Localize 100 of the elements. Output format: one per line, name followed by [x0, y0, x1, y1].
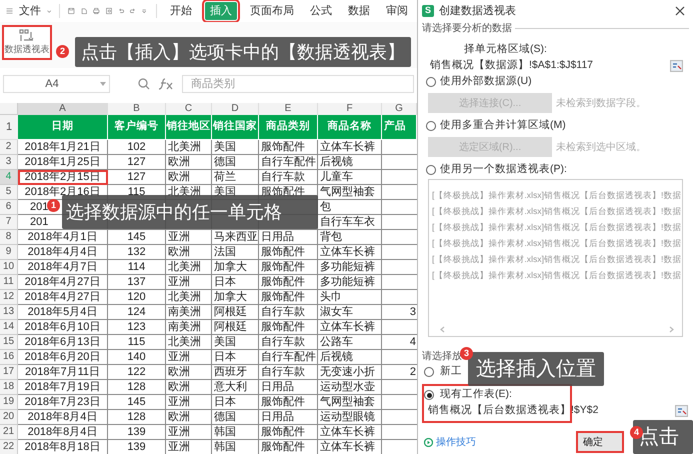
- table-cell: 124: [108, 305, 166, 320]
- option-label[interactable]: 新工: [440, 364, 462, 380]
- header-cell: 日期: [18, 115, 108, 140]
- table-cell: 服饰配件: [259, 290, 318, 305]
- table-cell: 淑女车: [318, 305, 382, 320]
- name-box[interactable]: A4: [3, 75, 110, 93]
- function-icon[interactable]: [158, 78, 174, 90]
- row-header[interactable]: 19: [0, 395, 18, 410]
- save-icon[interactable]: [68, 5, 75, 17]
- table-cell: 139: [108, 425, 166, 440]
- file-menu[interactable]: 文件: [19, 2, 42, 20]
- zoom-icon[interactable]: [138, 78, 150, 90]
- help-link[interactable]: 操作技巧: [424, 434, 476, 450]
- dropdown-icon[interactable]: [142, 8, 146, 14]
- pivot-table-button[interactable]: 数据透视表: [2, 25, 52, 60]
- row-header[interactable]: 7: [0, 215, 18, 230]
- row-header[interactable]: 21: [0, 425, 18, 440]
- ribbon-tab[interactable]: 数据: [344, 2, 373, 20]
- table-cell: 欧洲: [166, 170, 212, 185]
- table-cell: 139: [108, 440, 166, 454]
- table-cell: 服饰配件: [259, 275, 318, 290]
- row-header[interactable]: 14: [0, 320, 18, 335]
- print-icon[interactable]: [93, 5, 100, 17]
- table-cell: 北美洲: [166, 260, 212, 275]
- row-header[interactable]: 18: [0, 380, 18, 395]
- table-cell: 114: [108, 260, 166, 275]
- scroll-right-icon[interactable]: [669, 326, 674, 332]
- option-label[interactable]: 现有工作表(E):: [440, 387, 512, 403]
- radio-button[interactable]: [426, 165, 436, 175]
- scroll-left-icon[interactable]: [440, 326, 445, 332]
- table-cell: 服饰配件: [259, 395, 318, 410]
- table-cell: 2018年4月27日: [18, 275, 108, 290]
- radio-button[interactable]: [424, 390, 434, 400]
- table-cell: 欧洲: [166, 380, 212, 395]
- undo-icon[interactable]: [118, 6, 124, 16]
- table-cell: 日本: [212, 350, 259, 365]
- table-cell: 北美洲: [166, 140, 212, 155]
- table-cell: 阿根廷: [212, 305, 259, 320]
- row-header[interactable]: 1: [0, 115, 18, 140]
- row-header[interactable]: 10: [0, 260, 18, 275]
- row-header[interactable]: 16: [0, 350, 18, 365]
- row-header[interactable]: 15: [0, 335, 18, 350]
- table-cell: 2018年8月4日: [18, 410, 108, 425]
- table-cell: 马来西亚: [212, 230, 259, 245]
- row-header[interactable]: 5: [0, 185, 18, 200]
- pivot-table-icon[interactable]: [19, 28, 35, 42]
- ok-button[interactable]: 确定: [576, 431, 624, 453]
- column-header[interactable]: A: [18, 103, 108, 115]
- ribbon-tab[interactable]: 公式: [306, 2, 335, 20]
- row-header[interactable]: 11: [0, 275, 18, 290]
- location-field[interactable]: 销售概况【后台数据透视表】!$Y$2: [426, 403, 675, 419]
- preview-icon[interactable]: [106, 5, 112, 17]
- table-cell: 2018年7月23日: [18, 395, 108, 410]
- row-header[interactable]: 20: [0, 410, 18, 425]
- table-cell: 145: [108, 395, 166, 410]
- header-cell: 商品名称: [318, 115, 382, 140]
- table-cell: 多功能短裤: [318, 275, 382, 290]
- table-cell: 亚洲: [166, 275, 212, 290]
- play-icon[interactable]: [424, 438, 433, 446]
- close-icon[interactable]: [675, 6, 685, 16]
- option-label[interactable]: 使用另一个数据透视表(P):: [440, 162, 567, 178]
- chevron-down-icon[interactable]: [47, 8, 52, 14]
- range-picker-icon[interactable]: [675, 405, 688, 417]
- pivot-table-list[interactable]: [428, 179, 683, 337]
- redo-icon[interactable]: [130, 6, 136, 16]
- table-cell: 自行车款: [259, 305, 318, 320]
- ribbon-tab[interactable]: 审阅: [382, 2, 411, 20]
- ribbon-tab[interactable]: 开始: [166, 2, 195, 20]
- row-header[interactable]: 2: [0, 140, 18, 155]
- radio-button[interactable]: [424, 367, 434, 377]
- table-cell: 2018年1月25日: [18, 155, 108, 170]
- table-cell: 法国: [212, 245, 259, 260]
- option-label[interactable]: 择单元格区域(S):: [464, 42, 547, 58]
- row-header[interactable]: 22: [0, 440, 18, 454]
- row-header[interactable]: 12: [0, 290, 18, 305]
- table-cell: 德国: [212, 410, 259, 425]
- ribbon-tab[interactable]: 页面布局: [246, 2, 297, 20]
- table-cell: 日用品: [259, 230, 318, 245]
- row-header[interactable]: 3: [0, 155, 18, 170]
- row-header[interactable]: 17: [0, 365, 18, 380]
- table-cell: 132: [108, 245, 166, 260]
- header-cell: 客户编号: [108, 115, 166, 140]
- range-field[interactable]: 销售概况【数据源】!$A$1:$J$117: [428, 58, 670, 74]
- range-picker-icon[interactable]: [670, 60, 683, 72]
- row-header[interactable]: 8: [0, 230, 18, 245]
- table-cell: 亚洲: [166, 395, 212, 410]
- menu-icon[interactable]: [6, 6, 14, 16]
- table-cell: 2018年4月1日: [18, 230, 108, 245]
- table-cell: 荷兰: [212, 170, 259, 185]
- row-header[interactable]: 13: [0, 305, 18, 320]
- table-cell: 西班牙: [212, 365, 259, 380]
- caret-icon[interactable]: [100, 82, 106, 86]
- window-title: 创建数据透视表: [439, 4, 517, 19]
- table-cell: 阿根廷: [212, 320, 259, 335]
- row-header[interactable]: 9: [0, 245, 18, 260]
- table-cell: 意大利: [212, 380, 259, 395]
- table-cell: 自行车配件: [259, 350, 318, 365]
- table-cell: 立体车长裤: [318, 245, 382, 260]
- row-header[interactable]: 6: [0, 200, 18, 215]
- table-cell: 140: [108, 350, 166, 365]
